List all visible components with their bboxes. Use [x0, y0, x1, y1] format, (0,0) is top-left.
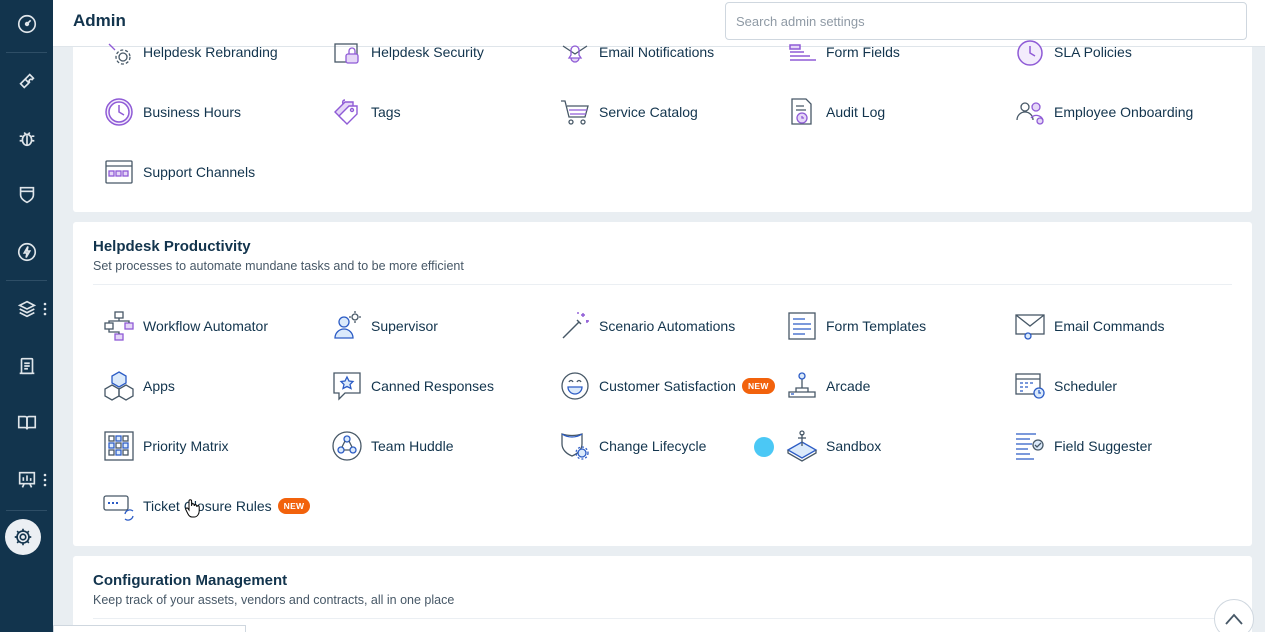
productivity-item-apps[interactable]: Apps: [103, 369, 175, 403]
more-icon[interactable]: [42, 302, 48, 316]
helpdesk-settings-card: Helpdesk Rebranding Helpdesk Security Em…: [73, 40, 1252, 212]
section-subtitle: Keep track of your assets, vendors and c…: [93, 593, 455, 607]
clock-icon: [1014, 36, 1046, 68]
document-icon[interactable]: [0, 346, 53, 386]
form-templates-icon: [786, 310, 818, 342]
new-badge: NEW: [277, 498, 311, 514]
form-fields-icon: [786, 36, 818, 68]
bug-icon[interactable]: [0, 118, 53, 158]
configuration-management-card: Configuration Management Keep track of y…: [73, 556, 1252, 632]
left-navigation: [0, 0, 53, 632]
productivity-item-form-templates[interactable]: Form Templates: [786, 309, 926, 343]
productivity-item-canned-responses[interactable]: Canned Responses: [331, 369, 494, 403]
calendar-icon: [1014, 370, 1046, 402]
new-badge: NEW: [741, 378, 775, 394]
sandbox-icon: [786, 430, 818, 462]
field-suggester-icon: [1014, 430, 1046, 462]
grid-icon: [103, 430, 135, 462]
productivity-item-supervisor[interactable]: Supervisor: [331, 309, 438, 343]
productivity-item-priority-matrix[interactable]: Priority Matrix: [103, 429, 229, 463]
ticket-closure-icon: [103, 490, 135, 522]
window-icon: [103, 156, 135, 188]
productivity-item-ticket-closure-rules[interactable]: Ticket Closure Rules NEW: [103, 489, 311, 523]
walkthrough-hotspot[interactable]: [754, 437, 774, 457]
section-subtitle: Set processes to automate mundane tasks …: [93, 259, 464, 273]
productivity-item-scheduler[interactable]: Scheduler: [1014, 369, 1117, 403]
users-icon: [1014, 96, 1046, 128]
settings-item-helpdesk-security[interactable]: Helpdesk Security: [331, 35, 484, 69]
productivity-item-arcade[interactable]: Arcade: [786, 369, 870, 403]
settings-item-service-catalog[interactable]: Service Catalog: [559, 95, 698, 129]
book-icon[interactable]: [0, 403, 53, 443]
hand-cursor-icon: [185, 499, 200, 518]
workflow-icon: [103, 310, 135, 342]
clock-icon: [103, 96, 135, 128]
section-title: Helpdesk Productivity: [93, 238, 251, 255]
admin-gear-icon[interactable]: [5, 519, 41, 555]
change-lifecycle-icon: [559, 430, 591, 462]
cubes-icon: [103, 370, 135, 402]
gear-brush-icon: [103, 36, 135, 68]
productivity-item-scenario-automations[interactable]: Scenario Automations: [559, 309, 735, 343]
settings-item-form-fields[interactable]: Form Fields: [786, 35, 900, 69]
productivity-item-team-huddle[interactable]: Team Huddle: [331, 429, 454, 463]
security-icon: [331, 36, 363, 68]
envelope-icon: [1014, 310, 1046, 342]
settings-item-employee-onboarding[interactable]: Employee Onboarding: [1014, 95, 1193, 129]
supervisor-icon: [331, 310, 363, 342]
bell-icon: [559, 36, 591, 68]
settings-item-audit-log[interactable]: Audit Log: [786, 95, 885, 129]
settings-item-email-notifications[interactable]: Email Notifications: [559, 35, 714, 69]
page-title: Admin: [73, 11, 126, 30]
cart-icon: [559, 96, 591, 128]
section-title: Configuration Management: [93, 572, 288, 589]
audit-log-icon: [786, 96, 818, 128]
dashboard-icon[interactable]: [0, 4, 53, 44]
magic-wand-icon: [559, 310, 591, 342]
canned-response-icon: [331, 370, 363, 402]
productivity-item-workflow-automator[interactable]: Workflow Automator: [103, 309, 268, 343]
settings-item-sla-policies[interactable]: SLA Policies: [1014, 35, 1132, 69]
tags-icon: [331, 96, 363, 128]
productivity-item-customer-satisfaction[interactable]: Customer Satisfaction NEW: [559, 369, 775, 403]
productivity-item-field-suggester[interactable]: Field Suggester: [1014, 429, 1152, 463]
ticket-icon[interactable]: [0, 61, 53, 101]
productivity-item-change-lifecycle[interactable]: Change Lifecycle: [559, 429, 706, 463]
productivity-item-sandbox[interactable]: Sandbox: [786, 429, 881, 463]
bottom-popup-tab[interactable]: [53, 625, 246, 632]
helpdesk-productivity-card: Helpdesk Productivity Set processes to a…: [73, 222, 1252, 546]
productivity-item-email-commands[interactable]: Email Commands: [1014, 309, 1164, 343]
lightning-icon[interactable]: [0, 232, 53, 272]
scroll-to-top-button[interactable]: [1214, 599, 1254, 632]
chevron-up-icon: [1225, 613, 1243, 625]
team-huddle-icon: [331, 430, 363, 462]
smiley-icon: [559, 370, 591, 402]
settings-item-business-hours[interactable]: Business Hours: [103, 95, 241, 129]
more-icon[interactable]: [42, 473, 48, 487]
settings-item-support-channels[interactable]: Support Channels: [103, 155, 255, 189]
settings-item-helpdesk-rebranding[interactable]: Helpdesk Rebranding: [103, 35, 278, 69]
joystick-icon: [786, 370, 818, 402]
settings-item-tags[interactable]: Tags: [331, 95, 401, 129]
shield-icon[interactable]: [0, 175, 53, 215]
